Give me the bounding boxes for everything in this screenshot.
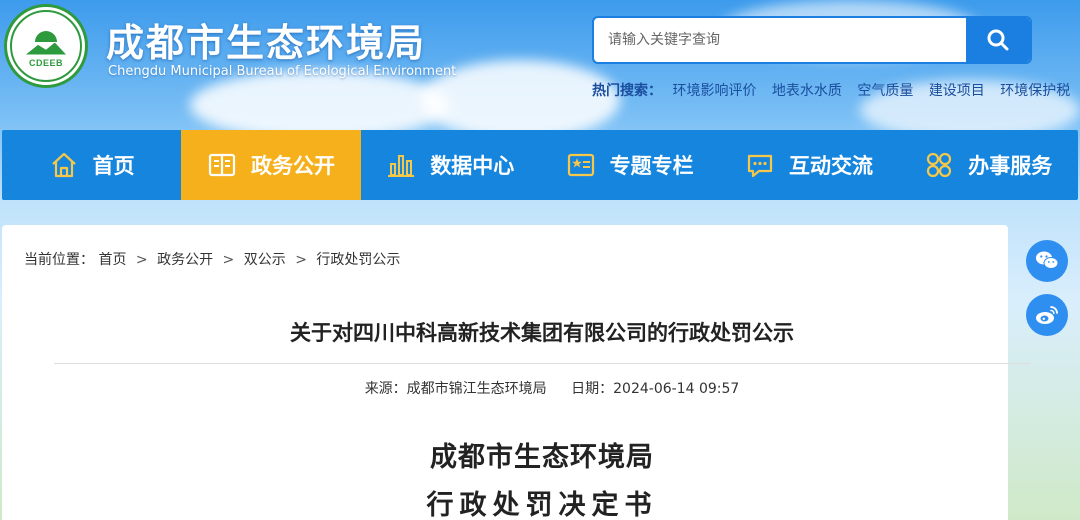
hot-search-link[interactable]: 地表水水质 (772, 83, 842, 99)
search-icon (987, 29, 1009, 51)
grid-icon (927, 152, 952, 178)
document-heading: 成都市生态环境局 (430, 442, 654, 473)
breadcrumb-separator: > (222, 252, 235, 268)
article-meta: 来源：成都市锦江生态环境局 日期：2024-06-14 09:57 (2, 378, 1080, 398)
home-icon (51, 152, 76, 178)
breadcrumb-separator: > (135, 252, 148, 268)
site-title: 成都市生态环境局 (106, 21, 427, 65)
nav-item-government-affairs[interactable]: 政务公开 (181, 130, 361, 200)
breadcrumb-item[interactable]: 双公示 (244, 252, 286, 268)
weibo-icon (1036, 306, 1058, 324)
hot-search-link[interactable]: 环境影响评价 (672, 83, 756, 99)
bar-chart-icon (388, 155, 415, 177)
hot-search-link[interactable]: 空气质量 (857, 83, 913, 99)
wechat-icon (1036, 251, 1059, 269)
breadcrumb-item[interactable]: 政务公开 (157, 252, 213, 268)
logo-sun-icon (35, 30, 57, 42)
breadcrumb-item[interactable]: 行政处罚公示 (316, 252, 400, 268)
article-date: 日期：2024-06-14 09:57 (571, 381, 740, 397)
site-subtitle: Chengdu Municipal Bureau of Ecological E… (108, 64, 457, 79)
search-box (592, 16, 1032, 64)
hot-search-link[interactable]: 建设项目 (929, 83, 985, 99)
nav-item-label: 首页 (92, 154, 135, 178)
article-panel: 当前位置： 首页 > 政务公开 > 双公示 > 行政处罚公示 关于对四川中科高新… (2, 225, 1030, 520)
breadcrumb: 当前位置： 首页 > 政务公开 > 双公示 > 行政处罚公示 (24, 249, 400, 269)
logo-text: CDEEB (28, 57, 63, 68)
breadcrumb-item[interactable]: 首页 (98, 252, 126, 268)
document-subheading: 行政处罚决定书 (426, 490, 658, 520)
nav-item-services[interactable]: 办事服务 (899, 130, 1078, 200)
logo-hills-icon (26, 42, 66, 55)
share-weibo-button[interactable] (1026, 294, 1068, 336)
hot-search-link[interactable]: 环境保护税 (1000, 83, 1070, 99)
chat-icon (747, 154, 773, 178)
nav-item-special-topics[interactable]: 专题专栏 (540, 130, 719, 200)
book-icon (208, 153, 236, 177)
nav-item-label: 办事服务 (968, 154, 1053, 178)
article-source: 来源：成都市锦江生态环境局 (364, 381, 547, 397)
nav-item-data-center[interactable]: 数据中心 (361, 130, 540, 200)
hot-search: 热门搜索： 环境影响评价 地表水水质 空气质量 建设项目 环境保护税 (592, 80, 1080, 100)
nav-item-label: 专题专栏 (609, 154, 694, 178)
breadcrumb-separator: > (295, 252, 307, 268)
article-title: 关于对四川中科高新技术集团有限公司的行政处罚公示 (290, 321, 794, 345)
nav-item-home[interactable]: 首页 (2, 130, 181, 200)
nav-item-label: 数据中心 (430, 154, 515, 178)
search-button[interactable] (966, 18, 1030, 62)
search-input[interactable] (594, 18, 966, 62)
title-divider (54, 363, 1030, 364)
news-icon (567, 153, 594, 177)
nav-item-label: 互动交流 (788, 154, 873, 178)
site-header: CDEEB 成都市生态环境局 Chengdu Municipal Bureau … (0, 0, 1080, 128)
nav-item-interaction[interactable]: 互动交流 (719, 130, 898, 200)
hot-search-label: 热门搜索： (592, 83, 662, 99)
logo-emblem: CDEEB (10, 10, 82, 82)
share-wechat-button[interactable] (1026, 240, 1068, 282)
main-nav: 首页 政务公开 数据中心 专题专栏 互动交流 办事服务 (2, 130, 1078, 200)
breadcrumb-label: 当前位置： (24, 252, 94, 268)
nav-item-label: 政务公开 (250, 154, 335, 178)
site-logo[interactable]: CDEEB (4, 4, 88, 88)
